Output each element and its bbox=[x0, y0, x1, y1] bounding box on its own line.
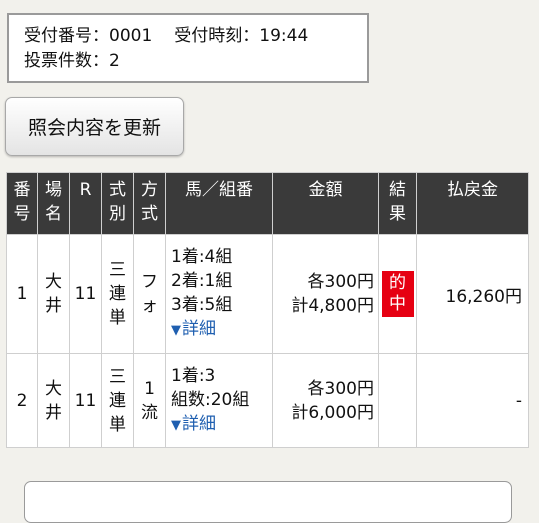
amount-each: 各300円 bbox=[307, 378, 374, 399]
detail-link[interactable]: ▼詳細 bbox=[171, 317, 272, 343]
ticket-count: 2 bbox=[109, 51, 120, 71]
combo-line: 1着:4組 bbox=[171, 247, 233, 267]
table-row: 2 大井 11 三連単 1流 1着:3 組数:20組 ▼詳細 各300円 計6,… bbox=[6, 353, 529, 448]
triangle-down-icon: ▼ bbox=[171, 323, 181, 338]
row-venue: 大井 bbox=[37, 353, 70, 448]
bet-results-table: 番号 場名 R 式別 方式 馬／組番 金額 結果 払戻金 1 大井 11 三連単… bbox=[6, 172, 529, 448]
receipt-time-label: 受付時刻： bbox=[174, 26, 260, 46]
combo-line: 1着:3 bbox=[171, 365, 216, 386]
amount-total: 計6,000円 bbox=[291, 402, 374, 423]
detail-label: 詳細 bbox=[182, 319, 216, 339]
header-bet-type: 式別 bbox=[101, 172, 134, 235]
header-venue: 場名 bbox=[37, 172, 70, 235]
header-race: R bbox=[69, 172, 102, 235]
receipt-info-box: 受付番号：0001 受付時刻：19:44 投票件数：2 bbox=[7, 13, 369, 83]
row-combination: 1着:4組 2着:1組 3着:5組 ▼詳細 bbox=[165, 234, 273, 354]
receipt-no: 0001 bbox=[109, 26, 153, 46]
row-race: 11 bbox=[69, 353, 102, 448]
row-amount: 各300円 計6,000円 bbox=[272, 353, 379, 448]
hit-badge: 的中 bbox=[381, 271, 414, 317]
receipt-info-line-2: 投票件数：2 bbox=[24, 49, 367, 74]
header-method: 方式 bbox=[133, 172, 166, 235]
row-method: 1流 bbox=[133, 353, 166, 448]
amount-each: 各300円 bbox=[307, 272, 374, 292]
row-bet-type: 三連単 bbox=[101, 234, 134, 354]
row-amount: 各300円 計4,800円 bbox=[272, 234, 379, 354]
header-number: 番号 bbox=[6, 172, 38, 235]
row-number: 2 bbox=[6, 353, 38, 448]
row-payout: 16,260円 bbox=[416, 234, 529, 354]
combo-line: 組数:20組 bbox=[171, 389, 250, 410]
row-number: 1 bbox=[6, 234, 38, 354]
header-combination: 馬／組番 bbox=[165, 172, 273, 235]
combo-line: 2着:1組 bbox=[171, 271, 233, 291]
header-amount: 金額 bbox=[272, 172, 379, 235]
table-header-row: 番号 場名 R 式別 方式 馬／組番 金額 結果 払戻金 bbox=[6, 172, 529, 235]
receipt-time: 19:44 bbox=[259, 26, 309, 46]
bottom-button[interactable] bbox=[24, 481, 512, 523]
refresh-inquiry-button[interactable]: 照会内容を更新 bbox=[5, 97, 184, 156]
detail-label: 詳細 bbox=[182, 413, 216, 434]
header-payout: 払戻金 bbox=[416, 172, 529, 235]
amount-total: 計4,800円 bbox=[291, 296, 374, 316]
row-bet-type: 三連単 bbox=[101, 353, 134, 448]
row-payout: - bbox=[416, 353, 529, 448]
row-result bbox=[378, 353, 417, 448]
row-result: 的中 bbox=[378, 234, 417, 354]
receipt-info-line-1: 受付番号：0001 受付時刻：19:44 bbox=[24, 24, 367, 49]
row-venue: 大井 bbox=[37, 234, 70, 354]
combo-line: 3着:5組 bbox=[171, 295, 233, 315]
triangle-down-icon: ▼ bbox=[171, 417, 181, 433]
detail-link[interactable]: ▼詳細 bbox=[171, 412, 272, 438]
receipt-no-label: 受付番号： bbox=[24, 26, 109, 46]
header-result: 結果 bbox=[378, 172, 417, 235]
ticket-count-label: 投票件数： bbox=[24, 51, 109, 71]
table-row: 1 大井 11 三連単 フォ 1着:4組 2着:1組 3着:5組 ▼詳細 各30… bbox=[6, 234, 529, 354]
row-method: フォ bbox=[133, 234, 166, 354]
row-combination: 1着:3 組数:20組 ▼詳細 bbox=[165, 353, 273, 448]
row-race: 11 bbox=[69, 234, 102, 354]
